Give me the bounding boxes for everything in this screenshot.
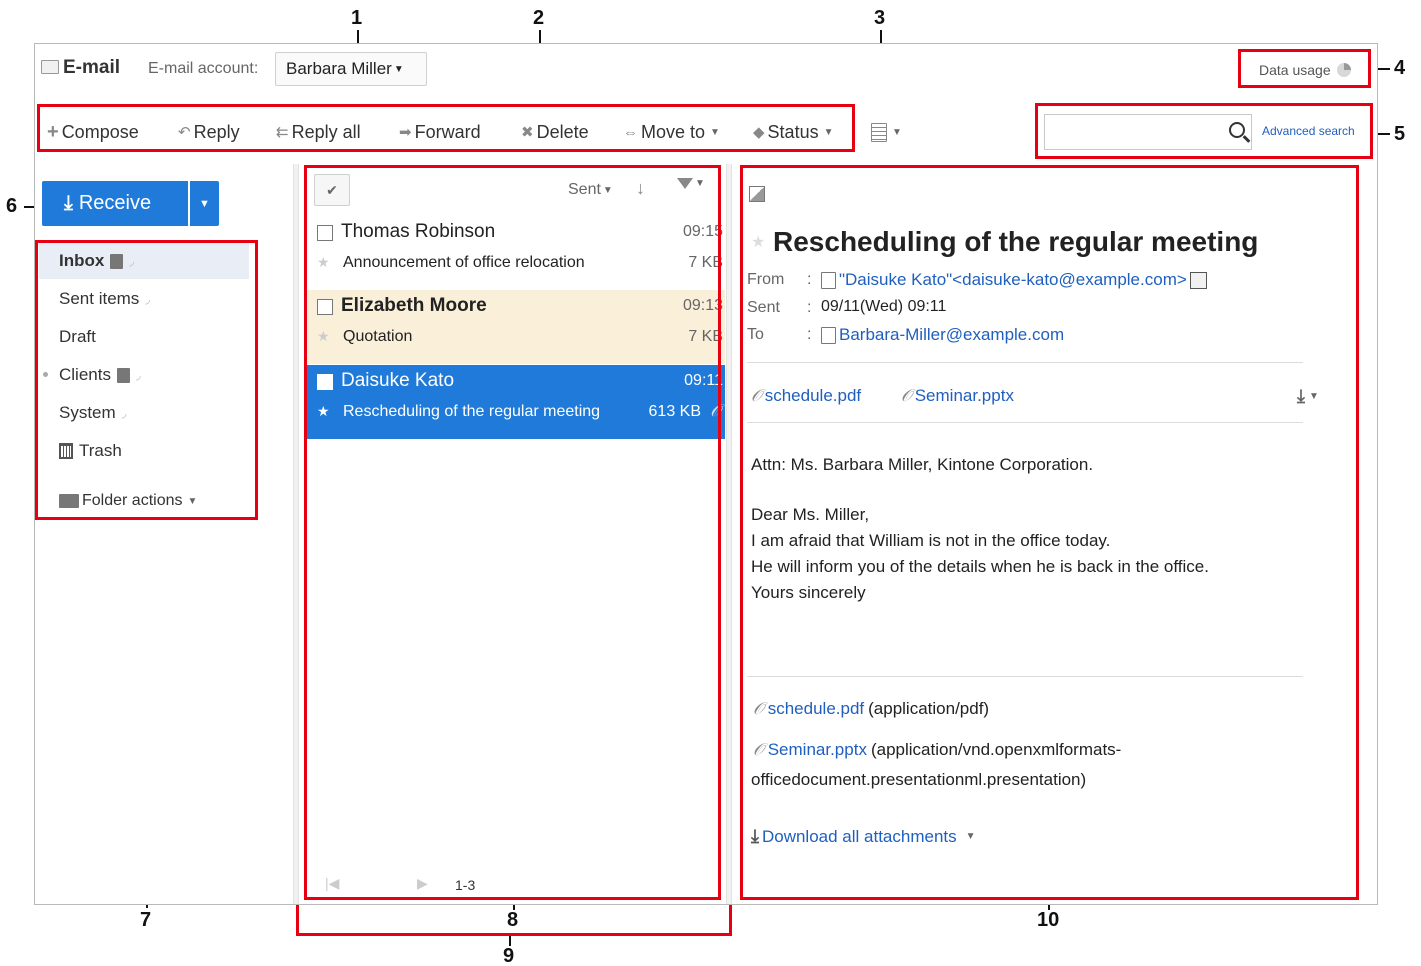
highlight-reading-pane — [740, 165, 1359, 900]
highlight-folder-list — [35, 240, 258, 520]
left-splitter[interactable] — [293, 164, 299, 904]
receive-button[interactable]: ⤓ Receive — [42, 181, 188, 226]
callout-2: 2 — [533, 7, 545, 29]
highlight-data-usage — [1238, 49, 1371, 88]
download-icon: ⤓ — [64, 192, 73, 214]
highlight-search — [1035, 103, 1373, 159]
callout-9-bracket-bottom — [296, 933, 732, 936]
top-bar: E-mail E-mail account: Barbara Miller ▼ … — [35, 44, 1377, 96]
callout-8: 8 — [507, 909, 519, 931]
app-title: E-mail — [63, 57, 121, 78]
callout-9-leader — [509, 936, 511, 946]
callout-7: 7 — [140, 909, 152, 931]
receive-options-button[interactable]: ▼ — [190, 181, 219, 226]
callout-4: 4 — [1394, 57, 1406, 79]
callout-6: 6 — [6, 195, 18, 217]
email-app-icon — [41, 60, 59, 74]
more-options-button[interactable]: ▼ — [871, 110, 902, 154]
callout-5: 5 — [1394, 123, 1406, 145]
callout-3: 3 — [874, 7, 886, 29]
highlight-toolbar — [37, 104, 855, 152]
highlight-account-select — [272, 51, 427, 89]
callout-9: 9 — [503, 945, 515, 966]
right-splitter[interactable] — [726, 164, 732, 904]
chevron-down-icon: ▼ — [892, 126, 902, 138]
account-label: E-mail account: — [148, 60, 259, 77]
callout-10: 10 — [1037, 909, 1060, 931]
highlight-mail-list — [304, 165, 721, 900]
chevron-down-icon: ▼ — [199, 197, 210, 210]
list-menu-icon — [871, 122, 887, 142]
callout-1: 1 — [351, 7, 363, 29]
receive-label: Receive — [78, 192, 152, 214]
